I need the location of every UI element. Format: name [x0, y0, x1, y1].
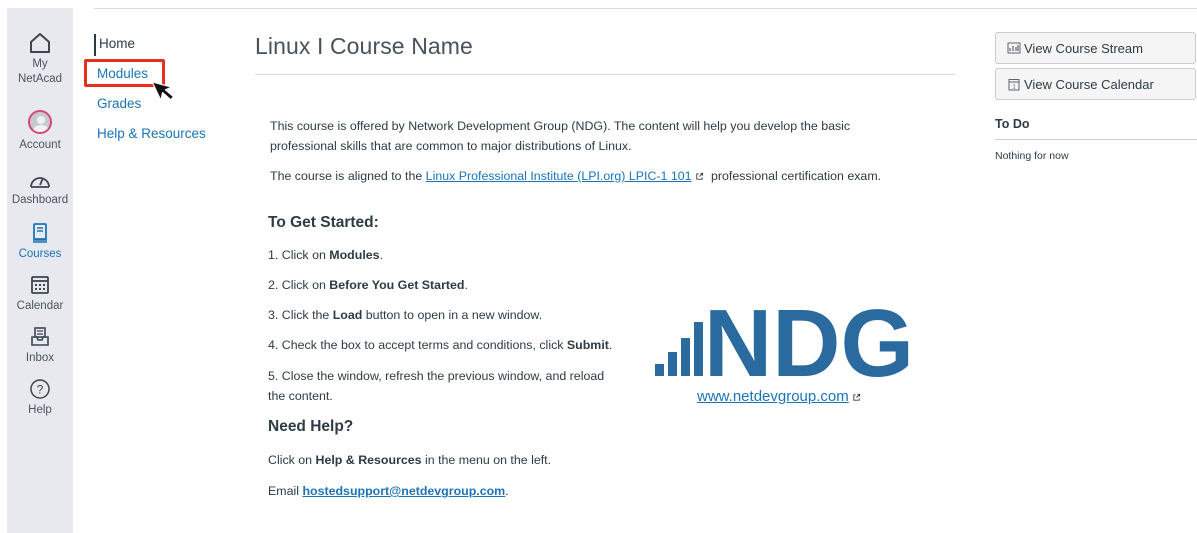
home-icon: [30, 33, 50, 53]
view-course-calendar-label: View Course Calendar: [1024, 76, 1154, 92]
step-3: 3. Click the Load button to open in a ne…: [268, 305, 542, 325]
get-started-heading: To Get Started:: [268, 214, 379, 231]
step-1-bold: Modules: [329, 248, 380, 262]
email-post: .: [505, 484, 509, 498]
dashboard-icon: [30, 177, 50, 188]
global-nav-courses-label: Courses: [18, 248, 62, 260]
view-course-stream-button[interactable]: View Course Stream: [995, 32, 1196, 64]
step-5: 5. Close the window, refresh the previou…: [268, 366, 604, 386]
global-nav-home-label-2: NetAcad: [17, 73, 63, 85]
need-help-heading: Need Help?: [268, 418, 354, 435]
help-pre: Click on: [268, 453, 316, 467]
ndg-logo-text: NDG: [704, 300, 914, 380]
help-icon: ?: [30, 379, 50, 399]
step-1-pre: 1. Click on: [268, 248, 330, 262]
lpi-link[interactable]: Linux Professional Institute (LPI.org) L…: [426, 169, 692, 183]
todo-divider: [995, 139, 1197, 140]
global-nav-account-label: Account: [19, 139, 61, 151]
global-nav-inbox-label: Inbox: [25, 352, 55, 364]
global-nav-help-label: Help: [28, 404, 52, 416]
global-nav-home-label-1: My: [32, 58, 48, 70]
help-post: in the menu on the left.: [421, 453, 552, 467]
global-nav-home[interactable]: My NetAcad: [7, 32, 73, 87]
step-2-bold: Before You Get Started: [329, 278, 465, 292]
title-divider: [255, 74, 955, 75]
step-5-pre: 5. Close the window, refresh the previou…: [268, 369, 605, 383]
page-title: Linux I Course Name: [255, 33, 473, 59]
global-nav-dashboard-label: Dashboard: [11, 194, 69, 206]
mouse-pointer-icon: [151, 81, 175, 101]
step-1: 1. Click on Modules.: [268, 245, 383, 265]
global-nav-calendar-label: Calendar: [16, 300, 64, 312]
step-3-post: button to open in a new window.: [362, 308, 543, 322]
global-nav-inbox[interactable]: Inbox: [7, 326, 73, 366]
email-pre: Email: [268, 484, 303, 498]
global-nav-help[interactable]: ? Help: [7, 378, 73, 418]
calendar-small-icon: 1: [1008, 78, 1020, 90]
help-bold: Help & Resources: [315, 453, 422, 467]
step-2: 2. Click on Before You Get Started.: [268, 275, 468, 295]
step-4: 4. Check the box to accept terms and con…: [268, 335, 612, 355]
ndg-website-link[interactable]: www.netdevgroup.com: [697, 388, 849, 405]
aligned-suffix: professional certification exam.: [707, 169, 882, 183]
global-nav: My NetAcad Account Dashboard Courses Cal…: [7, 8, 73, 533]
external-link-icon: [695, 172, 703, 180]
avatar: [28, 110, 52, 134]
courses-icon: [33, 223, 47, 243]
stream-icon: [1007, 42, 1021, 54]
aligned-paragraph: The course is aligned to the Linux Profe…: [270, 166, 950, 186]
step-4-post: .: [608, 338, 613, 352]
inbox-icon: [31, 327, 49, 346]
external-link-icon: [853, 393, 860, 401]
global-nav-account[interactable]: Account: [7, 110, 73, 153]
step-5-continued: the content.: [268, 386, 333, 406]
view-course-stream-label: View Course Stream: [1024, 40, 1143, 56]
view-course-calendar-button[interactable]: 1 View Course Calendar: [995, 68, 1196, 100]
help-line: Click on Help & Resources in the menu on…: [268, 450, 551, 470]
support-email-link[interactable]: hostedsupport@netdevgroup.com: [302, 484, 505, 498]
course-nav-home[interactable]: Home: [94, 34, 135, 56]
email-line: Email hostedsupport@netdevgroup.com.: [268, 481, 509, 501]
step-2-pre: 2. Click on: [268, 278, 330, 292]
svg-text:?: ?: [37, 383, 44, 397]
step-4-pre: 4. Check the box to accept terms and con…: [268, 338, 567, 352]
calendar-icon: [31, 276, 49, 294]
ndg-logo: NDG: [655, 300, 914, 380]
step-3-bold: Load: [332, 308, 363, 322]
top-divider: [94, 8, 1197, 9]
course-nav-grades[interactable]: Grades: [97, 96, 141, 111]
aligned-prefix: The course is aligned to the: [270, 169, 426, 183]
course-nav-help-resources[interactable]: Help & Resources: [97, 126, 206, 141]
todo-empty-message: Nothing for now: [995, 150, 1069, 162]
global-nav-dashboard[interactable]: Dashboard: [7, 172, 73, 208]
step-1-post: .: [379, 248, 384, 262]
global-nav-calendar[interactable]: Calendar: [7, 274, 73, 314]
step-4-bold: Submit: [566, 338, 609, 352]
global-nav-courses[interactable]: Courses: [7, 222, 73, 262]
intro-paragraph: This course is offered by Network Develo…: [270, 119, 851, 153]
step-2-post: .: [464, 278, 468, 292]
todo-heading: To Do: [995, 117, 1030, 131]
ndg-link-wrap: www.netdevgroup.com: [697, 388, 865, 405]
step-3-pre: 3. Click the: [268, 308, 333, 322]
step-5-continued-text: the content.: [268, 389, 333, 403]
